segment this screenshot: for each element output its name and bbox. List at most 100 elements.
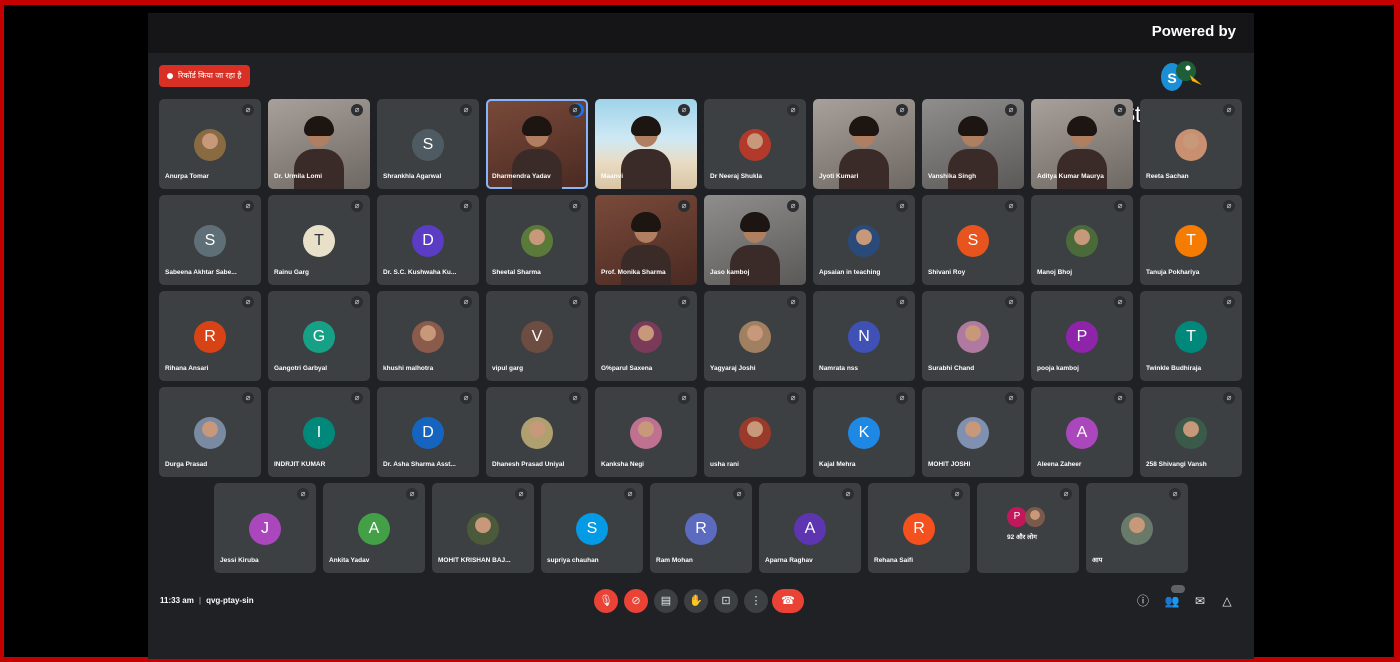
participant-tile[interactable]: T ⌀ Twinkle Budhiraja (1140, 291, 1242, 381)
participant-name: Durga Prasad (165, 461, 208, 468)
participant-count-badge (1171, 585, 1185, 593)
participant-name: Dr. Asha Sharma Asst... (383, 461, 456, 468)
participant-tile[interactable]: P ⌀ pooja kamboj (1031, 291, 1133, 381)
participant-tile[interactable]: ⌀ G%parul Saxena (595, 291, 697, 381)
participant-tile[interactable]: R ⌀ Rehana Saifi (868, 483, 970, 573)
participant-tile[interactable]: ⌀ Dr Neeraj Shukla (704, 99, 806, 189)
participant-tile[interactable]: P ⌀ 92 और लोग (977, 483, 1079, 573)
mic-muted-icon: ⌀ (678, 296, 690, 308)
recording-indicator[interactable]: रिकॉर्ड किया जा रहा है (159, 65, 250, 87)
mic-muted-icon: ⌀ (1223, 392, 1235, 404)
participant-name: Prof. Monika Sharma (601, 269, 666, 276)
participant-tile[interactable]: D ⌀ Dr. Asha Sharma Asst... (377, 387, 479, 477)
avatar: K (848, 417, 880, 449)
participant-tile[interactable]: ⌀ Jyoti Kumari (813, 99, 915, 189)
participant-name: 258 Shivangi Vansh (1146, 461, 1207, 468)
participant-tile[interactable]: N ⌀ Namrata nss (813, 291, 915, 381)
participant-tile[interactable]: T ⌀ Rainu Garg (268, 195, 370, 285)
participant-tile[interactable]: ⌀ Apsaian in teaching (813, 195, 915, 285)
participant-tile[interactable]: I ⌀ INDRJIT KUMAR (268, 387, 370, 477)
participant-tile[interactable]: J ⌀ Jessi Kiruba (214, 483, 316, 573)
avatar: S (194, 225, 226, 257)
participant-tile[interactable]: T ⌀ Tanuja Pokhariya (1140, 195, 1242, 285)
participant-name: MOHIT JOSHI (928, 461, 971, 468)
participant-tile[interactable]: ⌀ Maanvi (595, 99, 697, 189)
participant-tile[interactable]: ⌀ Yagyaraj Joshi (704, 291, 806, 381)
participant-tile[interactable]: ⌀ Dhanesh Prasad Uniyal (486, 387, 588, 477)
mic-muted-icon: ⌀ (515, 488, 527, 500)
participant-tile[interactable]: ⌀ Dharmendra Yadav (486, 99, 588, 189)
participant-tile[interactable]: S ⌀ Shivani Roy (922, 195, 1024, 285)
participant-tile[interactable]: ⌀ Surabhi Chand (922, 291, 1024, 381)
participant-tile[interactable]: D ⌀ Dr. S.C. Kushwaha Ku... (377, 195, 479, 285)
mic-muted-icon: ⌀ (896, 392, 908, 404)
participant-tile[interactable]: ⌀ Manoj Bhoj (1031, 195, 1133, 285)
participant-tile[interactable]: A ⌀ Ankita Yadav (323, 483, 425, 573)
participant-tile[interactable]: K ⌀ Kajal Mehra (813, 387, 915, 477)
participant-tile[interactable]: R ⌀ Ram Mohan (650, 483, 752, 573)
mic-muted-icon: ⌀ (896, 296, 908, 308)
participant-tile[interactable]: ⌀ Prof. Monika Sharma (595, 195, 697, 285)
more-options-icon: ⋮ (750, 595, 762, 607)
participant-tile[interactable]: S ⌀ supriya chauhan (541, 483, 643, 573)
end-call-button[interactable]: ☎ (772, 589, 804, 613)
participant-tile[interactable]: S ⌀ Shrankhla Agarwal (377, 99, 479, 189)
avatar: A (794, 513, 826, 545)
raise-hand-button[interactable]: ✋ (684, 589, 708, 613)
participant-tile[interactable]: ⌀ Vanshika Singh (922, 99, 1024, 189)
avatar-photo (1175, 417, 1207, 449)
more-options-button[interactable]: ⋮ (744, 589, 768, 613)
activities-icon[interactable]: △ (1219, 593, 1235, 609)
participant-name: Jessi Kiruba (220, 557, 259, 564)
participant-tile[interactable]: ⌀ Aditya Kumar Maurya (1031, 99, 1133, 189)
participant-tile[interactable]: V ⌀ vipul garg (486, 291, 588, 381)
avatar-photo (412, 321, 444, 353)
mic-muted-icon: ⌀ (1005, 200, 1017, 212)
participant-name: Rainu Garg (274, 269, 310, 276)
people-icon[interactable]: 👥 (1164, 593, 1180, 609)
participant-tile[interactable]: R ⌀ Rihana Ansari (159, 291, 261, 381)
participant-name: Ram Mohan (656, 557, 693, 564)
participant-tile[interactable]: ⌀ Jaso kamboj (704, 195, 806, 285)
participant-tile[interactable]: ⌀ आप (1086, 483, 1188, 573)
participant-tile[interactable]: S ⌀ Sabeena Akhtar Sabe... (159, 195, 261, 285)
participant-tile[interactable]: ⌀ Durga Prasad (159, 387, 261, 477)
avatar-photo (630, 321, 662, 353)
participant-name: Manoj Bhoj (1037, 269, 1073, 276)
participant-tile[interactable]: ⌀ MOHIT KRISHAN BAJ... (432, 483, 534, 573)
participant-tile[interactable]: A ⌀ Aleena Zaheer (1031, 387, 1133, 477)
mic-muted-icon: ⌀ (351, 104, 363, 116)
avatar-photo (957, 321, 989, 353)
participant-tile[interactable]: ⌀ Dr. Urmila Lomi (268, 99, 370, 189)
avatar: A (1066, 417, 1098, 449)
mic-off-button[interactable]: 🎙 (594, 589, 618, 613)
participant-tile[interactable]: A ⌀ Aparna Raghav (759, 483, 861, 573)
participant-tile[interactable]: ⌀ Reeta Sachan (1140, 99, 1242, 189)
participant-tile[interactable]: ⌀ Anurpa Tomar (159, 99, 261, 189)
participant-tile[interactable]: ⌀ Sheetal Sharma (486, 195, 588, 285)
mic-muted-icon: ⌀ (842, 488, 854, 500)
participant-name: Kanksha Negi (601, 461, 644, 468)
participant-tile[interactable]: ⌀ MOHIT JOSHI (922, 387, 1024, 477)
info-icon[interactable]: ⓘ (1135, 593, 1151, 609)
chat-icon[interactable]: ✉ (1192, 593, 1208, 609)
participant-name: Gangotri Garbyal (274, 365, 328, 372)
mic-off-icon: 🎙 (599, 595, 613, 607)
captions-button[interactable]: ▤ (654, 589, 678, 613)
participant-name: vipul garg (492, 365, 524, 372)
participant-tile[interactable]: ⌀ 258 Shivangi Vansh (1140, 387, 1242, 477)
mic-muted-icon: ⌀ (242, 392, 254, 404)
participant-tile[interactable]: ⌀ usha rani (704, 387, 806, 477)
mic-muted-icon: ⌀ (787, 392, 799, 404)
participant-tile[interactable]: ⌀ khushi malhotra (377, 291, 479, 381)
mic-muted-icon: ⌀ (460, 296, 472, 308)
avatar: D (412, 225, 444, 257)
present-screen-button[interactable]: ⊡ (714, 589, 738, 613)
avatar: V (521, 321, 553, 353)
participant-name: Rihana Ansari (165, 365, 209, 372)
participant-name: Sheetal Sharma (492, 269, 541, 276)
camera-off-button[interactable]: ⊘ (624, 589, 648, 613)
participant-tile[interactable]: G ⌀ Gangotri Garbyal (268, 291, 370, 381)
participant-tile[interactable]: ⌀ Kanksha Negi (595, 387, 697, 477)
participant-name: Dr Neeraj Shukla (710, 173, 763, 180)
